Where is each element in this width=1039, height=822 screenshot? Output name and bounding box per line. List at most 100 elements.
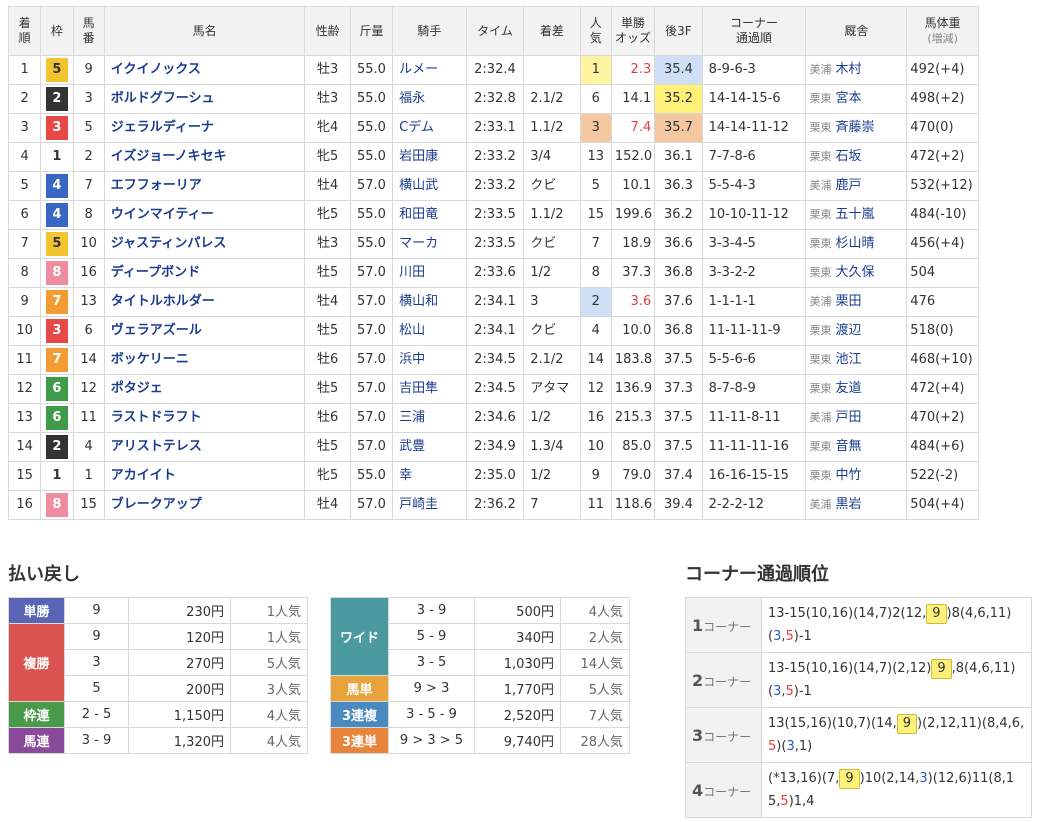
jockey-link[interactable]: Cデム	[392, 113, 467, 143]
last-3f-cell: 36.8	[654, 316, 703, 346]
payout-row: 馬連 3 - 9 1,320円 4人気	[8, 727, 308, 754]
jockey-link[interactable]: 幸	[392, 461, 467, 491]
trainer-link[interactable]: 戸田	[835, 410, 861, 425]
jockey-link[interactable]: 戸崎圭	[392, 490, 467, 520]
horse-name-link[interactable]: イクイノックス	[103, 55, 306, 85]
winner-highlight: 9	[931, 659, 952, 679]
header-time[interactable]: タイム	[465, 6, 525, 56]
header-horse-name[interactable]: 馬名	[103, 6, 306, 56]
trainer-link[interactable]: 杉山晴	[835, 236, 874, 251]
horse-number-cell: 5	[72, 113, 105, 143]
jockey-link[interactable]: 横山和	[392, 287, 467, 317]
weight-cell: 55.0	[349, 461, 394, 491]
horse-name-link[interactable]: イズジョーノキセキ	[103, 142, 306, 172]
jockey-link[interactable]: マーカ	[392, 229, 467, 259]
horse-name-link[interactable]: ボルドグフーシュ	[103, 84, 306, 114]
header-weight[interactable]: 斤量	[349, 6, 394, 56]
jockey-link[interactable]: 岩田康	[392, 142, 467, 172]
jockey-link[interactable]: 横山武	[392, 171, 467, 201]
horse-name-link[interactable]: タイトルホルダー	[103, 287, 306, 317]
header-last-3f[interactable]: 後3F	[654, 6, 703, 56]
horse-name-link[interactable]: ジェラルディーナ	[103, 113, 306, 143]
trainer-link[interactable]: 斉藤崇	[835, 120, 874, 135]
result-row[interactable]: 3 3 5 ジェラルディーナ 牝4 55.0 Cデム 2:33.1 1.1/2 3 7.4 35.7 1…	[7, 113, 979, 143]
result-row[interactable]: 13 6 11 ラストドラフト 牡6 57.0 三浦 2:34.6 1/2 16 215.3 37.5…	[7, 403, 979, 433]
horse-name-link[interactable]: ウインマイティー	[103, 200, 306, 230]
result-row[interactable]: 12 6 12 ポタジェ 牡5 57.0 吉田隼 2:34.5 アタマ 12 136.9 37.3 8-…	[7, 374, 979, 404]
horse-name-link[interactable]: ジャスティンパレス	[103, 229, 306, 259]
result-row[interactable]: 5 4 7 エフフォーリア 牡4 57.0 横山武 2:33.2 クビ 5 10.1 36.3 5-5-…	[7, 171, 979, 201]
horse-name-link[interactable]: ヴェラアズール	[103, 316, 306, 346]
header-horse-number[interactable]: 馬番	[72, 6, 105, 56]
payout-row: 単勝 9 230円 1人気	[8, 597, 308, 624]
corner-order-segment: )10(2,14,	[859, 771, 920, 786]
result-row[interactable]: 11 7 14 ボッケリーニ 牡6 57.0 浜中 2:34.5 2.1/2 14 183.8 37.…	[7, 345, 979, 375]
trainer-cell: 美浦 鹿戸	[805, 171, 908, 201]
header-sex-age[interactable]: 性齢	[304, 6, 351, 56]
header-frame[interactable]: 枠	[40, 6, 74, 56]
result-row[interactable]: 9 7 13 タイトルホルダー 牡4 57.0 横山和 2:34.1 3 2 3.6 37.6 1-1-…	[7, 287, 979, 317]
result-row[interactable]: 4 1 2 イズジョーノキセキ 牝5 55.0 岩田康 2:33.2 3/4 13 152.0 36.…	[7, 142, 979, 172]
last-3f-cell: 36.2	[654, 200, 703, 230]
header-margin[interactable]: 着差	[523, 6, 581, 56]
header-trainer[interactable]: 厩舎	[805, 6, 908, 56]
jockey-link[interactable]: 福永	[392, 84, 467, 114]
trainer-link[interactable]: 音無	[835, 439, 861, 454]
result-row[interactable]: 15 1 1 アカイイト 牝5 55.0 幸 2:35.0 1/2 9 79.0 37.4 16-16-…	[7, 461, 979, 491]
trainer-link[interactable]: 五十嵐	[835, 207, 874, 222]
header-rank[interactable]: 着順	[7, 6, 42, 56]
jockey-link[interactable]: 武豊	[392, 432, 467, 462]
header-body-weight[interactable]: 馬体重 (増減)	[906, 6, 979, 56]
trainer-link[interactable]: 中竹	[835, 468, 861, 483]
stable-area-label: 栗東	[809, 382, 832, 395]
result-row[interactable]: 2 2 3 ボルドグフーシュ 牡3 55.0 福永 2:32.8 2.1/2 6 14.1 35.2 1…	[7, 84, 979, 114]
horse-name-link[interactable]: ディープボンド	[103, 258, 306, 288]
weight-cell: 57.0	[349, 287, 394, 317]
horse-name-link[interactable]: アリストテレス	[103, 432, 306, 462]
jockey-link[interactable]: 松山	[392, 316, 467, 346]
frame-cell: 4	[40, 200, 74, 230]
corner-cell: 5-5-6-6	[701, 345, 807, 375]
header-odds[interactable]: 単勝 オッズ	[610, 6, 656, 56]
header-popularity[interactable]: 人気	[579, 6, 612, 56]
jockey-link[interactable]: 三浦	[392, 403, 467, 433]
trainer-link[interactable]: 木村	[835, 62, 861, 77]
rank-cell: 6	[7, 200, 42, 230]
time-cell: 2:33.6	[465, 258, 525, 288]
corner-suffix: コーナー	[703, 784, 752, 799]
jockey-link[interactable]: ルメー	[392, 55, 467, 85]
result-row[interactable]: 14 2 4 アリストテレス 牡5 57.0 武豊 2:34.9 1.3/4 10 85.0 37.5…	[7, 432, 979, 462]
jockey-link[interactable]: 浜中	[392, 345, 467, 375]
result-row[interactable]: 8 8 16 ディープボンド 牡5 57.0 川田 2:33.6 1/2 8 37.3 36.8 3-3…	[7, 258, 979, 288]
trainer-link[interactable]: 宮本	[835, 91, 861, 106]
horse-name-link[interactable]: エフフォーリア	[103, 171, 306, 201]
trainer-link[interactable]: 鹿戸	[835, 178, 861, 193]
result-row[interactable]: 7 5 10 ジャスティンパレス 牡3 55.0 マーカ 2:33.5 クビ 7 18.9 36.6 3…	[7, 229, 979, 259]
horse-name-link[interactable]: ブレークアップ	[103, 490, 306, 520]
winner-highlight: 9	[839, 769, 860, 789]
trainer-cell: 栗東 渡辺	[805, 316, 908, 346]
trainer-link[interactable]: 大久保	[835, 265, 874, 280]
trainer-link[interactable]: 友道	[835, 381, 861, 396]
payout-row: 枠連 2 - 5 1,150円 4人気	[8, 701, 308, 728]
winner-highlight: 9	[896, 714, 918, 734]
popularity-cell: 6	[579, 84, 612, 114]
trainer-link[interactable]: 栗田	[835, 294, 861, 309]
jockey-link[interactable]: 吉田隼	[392, 374, 467, 404]
horse-name-link[interactable]: ポタジェ	[103, 374, 306, 404]
jockey-link[interactable]: 川田	[392, 258, 467, 288]
header-corner[interactable]: コーナー 通過順	[701, 6, 807, 56]
jockey-link[interactable]: 和田竜	[392, 200, 467, 230]
result-row[interactable]: 6 4 8 ウインマイティー 牝5 55.0 和田竜 2:33.5 1.1/2 15 199.6 36…	[7, 200, 979, 230]
trainer-link[interactable]: 石坂	[835, 149, 861, 164]
horse-name-link[interactable]: アカイイト	[103, 461, 306, 491]
result-row[interactable]: 1 5 9 イクイノックス 牡3 55.0 ルメー 2:32.4 1 2.3 35.4 8-9-6-3…	[7, 55, 979, 85]
result-row[interactable]: 10 3 6 ヴェラアズール 牡5 57.0 松山 2:34.1 クビ 4 10.0 36.8 11-1…	[7, 316, 979, 346]
horse-name-link[interactable]: ボッケリーニ	[103, 345, 306, 375]
trainer-link[interactable]: 渡辺	[835, 323, 861, 338]
header-jockey[interactable]: 騎手	[392, 6, 467, 56]
horse-name-link[interactable]: ラストドラフト	[103, 403, 306, 433]
result-row[interactable]: 16 8 15 ブレークアップ 牡4 57.0 戸崎圭 2:36.2 7 11 118.6 39.4 2…	[7, 490, 979, 520]
trainer-link[interactable]: 黒岩	[835, 497, 861, 512]
trainer-link[interactable]: 池江	[835, 352, 861, 367]
